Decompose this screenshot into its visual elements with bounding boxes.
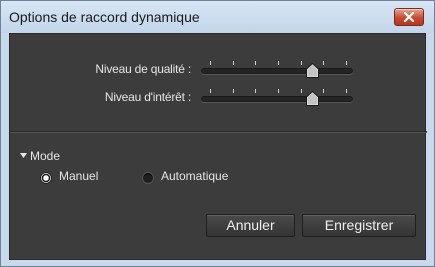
slider-tick: [255, 61, 257, 65]
slider-tick: [255, 89, 257, 93]
slider-thumb-icon[interactable]: [306, 91, 319, 106]
interest-level-label: Niveau d'intérêt :: [104, 90, 191, 104]
triangle-down-icon: [20, 153, 27, 158]
interest-level-slider[interactable]: [201, 89, 353, 106]
close-button[interactable]: [394, 8, 424, 26]
save-button[interactable]: Enregistrer: [302, 214, 416, 237]
slider-tick: [300, 89, 302, 93]
slider-tick: [210, 61, 211, 65]
slider-tick: [346, 61, 347, 65]
slider-tick: [232, 61, 234, 65]
slider-tick: [210, 89, 211, 93]
slider-tick: [323, 61, 325, 65]
quality-level-slider[interactable]: [201, 61, 353, 78]
slider-tick: [232, 89, 234, 93]
slider-tick: [300, 61, 302, 65]
window-title: Options de raccord dynamique: [9, 9, 200, 25]
slider-tick: [346, 89, 347, 93]
slider-tick: [278, 61, 279, 65]
slider-tick: [278, 89, 279, 93]
slider-tick: [323, 89, 325, 93]
dialog-window: Options de raccord dynamique Niveau de q…: [0, 0, 435, 267]
radio-automatic-indicator: [142, 172, 154, 184]
mode-label: Mode: [30, 149, 61, 163]
slider-thumb-icon[interactable]: [306, 63, 319, 78]
section-divider: [10, 131, 427, 132]
interest-level-row: Niveau d'intérêt :: [10, 88, 427, 108]
cancel-button[interactable]: Annuler: [206, 214, 295, 237]
radio-manual-indicator: [40, 172, 52, 184]
close-icon: [403, 12, 415, 22]
dialog-content: Niveau de qualité : Niveau d'intérêt : M…: [9, 33, 427, 260]
radio-manual-label: Manuel: [59, 169, 99, 183]
quality-level-label: Niveau de qualité :: [95, 62, 191, 76]
radio-automatic-label: Automatique: [161, 169, 229, 183]
quality-level-row: Niveau de qualité :: [10, 60, 427, 80]
title-bar[interactable]: Options de raccord dynamique: [1, 1, 434, 33]
